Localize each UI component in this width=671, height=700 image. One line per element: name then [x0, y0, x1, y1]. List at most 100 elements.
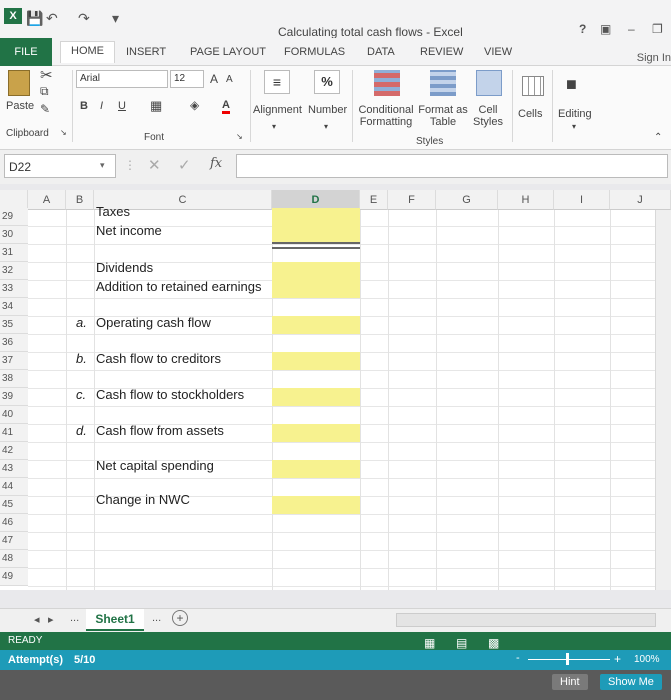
tab-view[interactable]: VIEW — [484, 43, 512, 61]
name-box-dropdown-icon[interactable]: ▾ — [100, 160, 105, 171]
row-header[interactable]: 35 — [0, 316, 28, 334]
format-as-table-icon[interactable] — [430, 70, 456, 96]
show-me-button[interactable]: Show Me — [600, 674, 662, 690]
tab-page-layout[interactable]: PAGE LAYOUT — [190, 43, 266, 61]
column-header-b[interactable]: B — [66, 190, 94, 210]
tab-data[interactable]: DATA — [367, 43, 395, 61]
fill-color-icon[interactable]: ◈ — [190, 98, 199, 112]
zoom-slider[interactable] — [528, 659, 610, 660]
row-header[interactable]: 29 — [0, 208, 28, 226]
row-header[interactable]: 38 — [0, 370, 28, 388]
cells-icon[interactable] — [522, 76, 544, 96]
row-header[interactable]: 48 — [0, 550, 28, 568]
row-header[interactable]: 46 — [0, 514, 28, 532]
answer-cell-nwc[interactable] — [272, 496, 360, 514]
sheet-nav-left[interactable]: ◂ — [34, 613, 40, 626]
insert-function-button[interactable]: fx — [210, 156, 222, 171]
bold-button[interactable]: B — [80, 100, 88, 112]
collapse-ribbon-icon[interactable]: ⌃ — [654, 132, 662, 143]
cut-icon[interactable]: ✂ — [40, 66, 53, 84]
row-header[interactable]: 39 — [0, 388, 28, 406]
answer-cell-taxes[interactable] — [272, 208, 360, 226]
grow-font-button[interactable]: A — [210, 72, 218, 86]
clipboard-launcher-icon[interactable]: ↘ — [60, 128, 67, 137]
row-header[interactable]: 49 — [0, 568, 28, 586]
column-header-f[interactable]: F — [388, 190, 436, 210]
copy-icon[interactable]: ⧉ — [40, 84, 49, 99]
zoom-out-button[interactable]: - — [516, 652, 520, 664]
answer-cell-assets[interactable] — [272, 424, 360, 442]
cell-styles-button[interactable]: Cell Styles — [466, 104, 510, 128]
zoom-level[interactable]: 100% — [634, 654, 660, 665]
formula-input[interactable] — [236, 154, 668, 178]
ribbon-display-icon[interactable]: ▣ — [600, 22, 611, 36]
alignment-dropdown-icon[interactable]: ▾ — [272, 122, 276, 131]
row-header[interactable]: 40 — [0, 406, 28, 424]
add-sheet-button[interactable]: + — [172, 610, 188, 626]
column-header-e[interactable]: E — [360, 190, 388, 210]
row-header[interactable]: 32 — [0, 262, 28, 280]
answer-cell-dividends[interactable] — [272, 262, 360, 298]
help-button[interactable]: ? — [579, 22, 586, 36]
minimize-button[interactable]: – — [628, 22, 635, 36]
tab-review[interactable]: REVIEW — [420, 43, 463, 61]
page-layout-view-icon[interactable]: ▤ — [456, 636, 467, 650]
column-header-g[interactable]: G — [436, 190, 498, 210]
row-header[interactable]: 43 — [0, 460, 28, 478]
cells-button[interactable]: Cells — [518, 108, 542, 120]
column-header-h[interactable]: H — [498, 190, 554, 210]
number-dropdown-icon[interactable]: ▾ — [324, 122, 328, 131]
column-header-i[interactable]: I — [554, 190, 610, 210]
zoom-slider-thumb[interactable] — [566, 653, 569, 665]
row-header[interactable]: 42 — [0, 442, 28, 460]
horizontal-scrollbar[interactable] — [396, 613, 656, 627]
answer-cell-ocf[interactable] — [272, 316, 360, 334]
alignment-icon[interactable]: ≡ — [264, 70, 290, 94]
hint-button[interactable]: Hint — [552, 674, 588, 690]
row-header[interactable]: 41 — [0, 424, 28, 442]
row-header[interactable]: 47 — [0, 532, 28, 550]
cancel-icon[interactable]: ✕ — [148, 156, 161, 174]
tab-home[interactable]: HOME — [60, 41, 115, 63]
row-header[interactable]: 33 — [0, 280, 28, 298]
row-header[interactable]: 45 — [0, 496, 28, 514]
alignment-button[interactable]: Alignment — [253, 104, 302, 116]
format-as-table-button[interactable]: Format as Table — [416, 104, 470, 128]
row-header[interactable]: 37 — [0, 352, 28, 370]
column-header-j[interactable]: J — [610, 190, 671, 210]
tab-file[interactable]: FILE — [0, 38, 52, 66]
more-sheets[interactable]: ... — [152, 612, 161, 624]
answer-cell-net-income[interactable] — [272, 226, 360, 244]
row-header[interactable]: 36 — [0, 334, 28, 352]
vertical-scrollbar[interactable] — [655, 210, 671, 590]
font-launcher-icon[interactable]: ↘ — [236, 132, 243, 141]
restore-button[interactable]: ❐ — [652, 22, 663, 36]
borders-icon[interactable]: ▦ — [150, 98, 162, 114]
tab-formulas[interactable]: FORMULAS — [284, 43, 345, 61]
shrink-font-button[interactable]: A — [226, 74, 233, 85]
font-color-button[interactable]: A — [222, 99, 230, 114]
enter-icon[interactable]: ✓ — [178, 156, 191, 174]
column-header-d[interactable]: D — [272, 190, 360, 210]
customize-toolbar-icon[interactable]: ▾ — [112, 10, 119, 27]
column-header-a[interactable]: A — [28, 190, 66, 210]
normal-view-icon[interactable]: ▦ — [424, 636, 435, 650]
answer-cell-capital[interactable] — [272, 460, 360, 478]
sign-in-link[interactable]: Sign In — [637, 52, 671, 64]
zoom-in-button[interactable]: + — [614, 652, 621, 666]
paste-button[interactable]: Paste — [6, 100, 34, 112]
sheet-nav-right[interactable]: ▸ — [48, 613, 54, 626]
save-icon[interactable]: 💾 — [26, 10, 43, 27]
answer-cell-stockholders[interactable] — [272, 388, 360, 406]
redo-icon[interactable]: ↷ — [78, 10, 90, 27]
editing-button[interactable]: Editing — [558, 108, 592, 120]
row-header[interactable]: 34 — [0, 298, 28, 316]
tab-insert[interactable]: INSERT — [126, 43, 166, 61]
conditional-formatting-icon[interactable] — [374, 70, 400, 96]
font-name-select[interactable]: Arial — [76, 70, 168, 88]
find-binoculars-icon[interactable]: ■ — [566, 74, 577, 95]
answer-cell-creditors[interactable] — [272, 352, 360, 370]
worksheet-grid[interactable]: A B C D E F G H I J 29 30 31 32 33 34 35 36 37 38… — [0, 190, 671, 590]
paste-icon[interactable] — [8, 70, 30, 96]
undo-icon[interactable]: ↶ — [46, 10, 58, 27]
